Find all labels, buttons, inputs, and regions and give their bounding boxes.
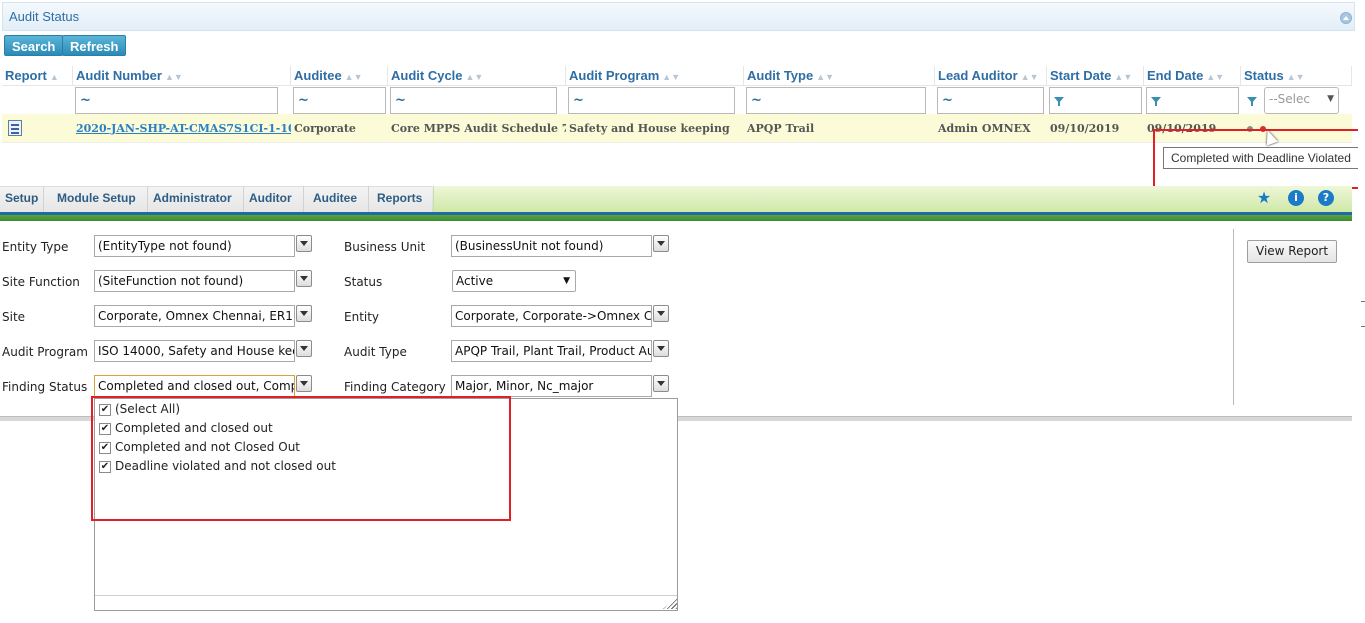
panel-title: Audit Status [9,9,80,24]
help-icon[interactable]: ? [1318,190,1334,206]
edge-tick [1361,326,1365,327]
audit-cycle-cell: Core MPPS Audit Schedule 78 Sc [391,122,566,135]
entity-dropdown-button[interactable] [653,305,669,322]
column-header-lead-auditor[interactable]: Lead Auditor ▲▼ [935,66,1047,86]
site-function-label: Site Function [2,275,80,289]
status-filter-select[interactable]: --Selec ▼ [1264,87,1339,114]
business-unit-dropdown-button[interactable] [653,235,669,252]
audit-program-select[interactable]: ISO 14000, Safety and House keep [94,340,295,362]
sort-icon: ▲ [49,72,59,82]
filter-row: ~ ~ ~ ~ ~ ~ --Selec ▼ [2,86,1352,114]
site-dropdown-button[interactable] [296,305,312,322]
column-header-audit-number[interactable]: Audit Number ▲▼ [73,66,291,86]
status-select[interactable]: Active ▼ [452,270,576,292]
nav-item-reports[interactable]: Reports [366,186,435,212]
audit-program-label: Audit Program [2,345,88,359]
business-unit-select[interactable]: (BusinessUnit not found) [451,235,652,257]
sort-icon: ▲▼ [344,72,363,82]
chevron-down-icon: ▼ [1327,94,1334,104]
entity-type-label: Entity Type [2,240,69,254]
nav-item-module-setup[interactable]: Module Setup [46,186,148,212]
search-button[interactable]: Search [4,35,64,56]
audit-type-dropdown-button[interactable] [653,340,669,357]
nav-stripe [0,212,1352,221]
nav-item-administrator[interactable]: Administrator [142,186,244,212]
sort-icon: ▲▼ [1286,72,1305,82]
chevron-down-icon: ▼ [563,276,570,286]
form-divider [1233,229,1234,405]
site-function-dropdown-button[interactable] [296,270,312,287]
sort-icon: ▲▼ [816,72,835,82]
entity-select[interactable]: Corporate, Corporate->Omnex Ch [451,305,652,327]
site-label: Site [2,310,26,324]
audit-number-filter-input[interactable]: ~ [75,87,278,114]
end-date-filter-input[interactable] [1146,87,1239,114]
audit-type-label: Audit Type [344,345,407,359]
dropdown-footer [95,595,677,610]
audit-program-cell: Safety and House keeping [569,122,730,135]
nav-green-area [432,186,1352,212]
pin-icon[interactable]: ★ [1256,190,1272,206]
column-header-status[interactable]: Status ▲▼ [1241,66,1352,86]
finding-status-dropdown-button[interactable] [296,375,312,392]
lead-auditor-filter-input[interactable]: ~ [937,87,1044,114]
column-header-audit-program[interactable]: Audit Program ▲▼ [566,66,744,86]
info-icon[interactable]: i [1288,190,1304,206]
panel-header: Audit Status [2,2,1355,31]
finding-category-dropdown-button[interactable] [653,375,669,392]
sort-icon: ▲▼ [1114,72,1133,82]
nav-item-auditee[interactable]: Auditee [302,186,370,212]
filter-icon [1054,97,1064,106]
column-header-auditee[interactable]: Auditee ▲▼ [291,66,388,86]
page-right-edge [1358,0,1365,623]
sort-icon: ▲▼ [1020,72,1039,82]
status-label: Status [344,275,383,289]
start-date-cell: 09/10/2019 [1050,122,1120,135]
filter-icon [1151,97,1161,106]
audit-type-select[interactable]: APQP Trail, Plant Trail, Product Au [451,340,652,362]
audit-type-filter-input[interactable]: ~ [746,87,926,114]
nav-item-setup[interactable]: Setup [0,186,45,212]
column-header-audit-type[interactable]: Audit Type ▲▼ [744,66,935,86]
finding-status-select[interactable]: Completed and closed out, Comp [94,375,295,397]
start-date-filter-input[interactable] [1049,87,1142,114]
column-header-audit-cycle[interactable]: Audit Cycle ▲▼ [388,66,566,86]
audit-program-dropdown-button[interactable] [296,340,312,357]
audit-cycle-filter-input[interactable]: ~ [390,87,557,114]
site-select[interactable]: Corporate, Omnex Chennai, ER1, T [94,305,295,327]
finding-status-label: Finding Status [2,380,88,394]
view-report-button[interactable]: View Report [1247,240,1338,263]
audit-status-panel: Audit Status Search Refresh Report ▲ Audi… [0,0,1362,189]
auditee-filter-input[interactable]: ~ [293,87,386,114]
entity-type-dropdown-button[interactable] [296,235,312,252]
audit-grid: Report ▲ Audit Number ▲▼ Auditee ▲▼ Audit C… [2,66,1352,144]
collapse-icon[interactable] [1340,12,1352,24]
refresh-button[interactable]: Refresh [62,35,127,56]
audit-program-filter-input[interactable]: ~ [568,87,735,114]
finding-category-label: Finding Category [344,380,446,394]
column-header-start-date[interactable]: Start Date ▲▼ [1047,66,1144,86]
edge-tick [1361,301,1365,302]
filter-icon [1247,97,1257,106]
table-row[interactable]: 2020-JAN-SHP-AT-CMAS7S1CI-1-10 Corporate… [2,114,1352,143]
business-unit-label: Business Unit [344,240,426,254]
lead-auditor-cell: Admin OMNEX [938,122,1031,135]
sort-icon: ▲▼ [465,72,484,82]
sort-icon: ▲▼ [662,72,681,82]
entity-type-select[interactable]: (EntityType not found) [94,235,295,257]
column-header-report[interactable]: Report ▲ [2,66,73,86]
sort-icon: ▲▼ [1206,72,1225,82]
report-icon[interactable] [8,120,22,136]
nav-item-auditor[interactable]: Auditor [238,186,304,212]
site-function-select[interactable]: (SiteFunction not found) [94,270,295,292]
audit-number-link[interactable]: 2020-JAN-SHP-AT-CMAS7S1CI-1-10 [76,122,291,135]
column-header-end-date[interactable]: End Date ▲▼ [1144,66,1241,86]
audit-type-cell: APQP Trail [747,122,815,135]
finding-category-select[interactable]: Major, Minor, Nc_major [451,375,652,397]
dropdown-highlight-box [91,396,511,521]
auditee-cell: Corporate [294,122,356,135]
status-tooltip: Completed with Deadline Violated [1163,147,1359,169]
entity-label: Entity [344,310,380,324]
sort-icon: ▲▼ [164,72,183,82]
